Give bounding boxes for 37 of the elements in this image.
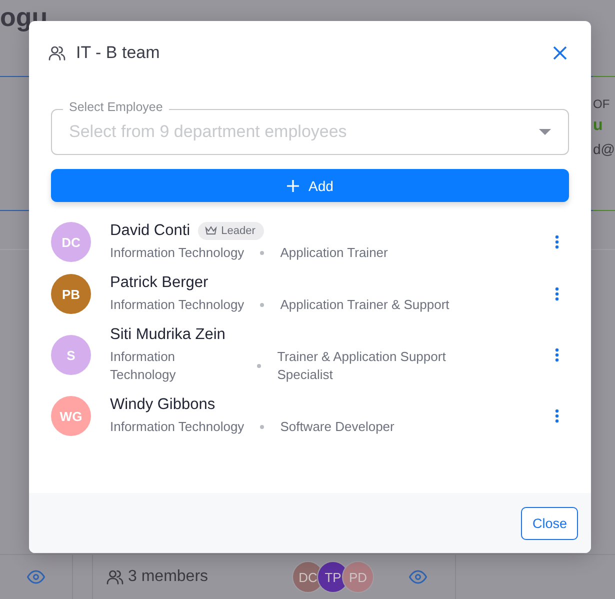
leader-badge: Leader (198, 222, 264, 240)
member-position: Trainer & Application Support Specialist (277, 348, 447, 384)
member-name: Windy Gibbons (110, 396, 216, 414)
members-icon (106, 568, 124, 586)
member-avatar: DC (293, 562, 323, 592)
close-button[interactable]: Close (521, 506, 578, 540)
member-name: David Conti (110, 222, 190, 240)
member-position: Application Trainer & Support (280, 296, 450, 314)
members-count: 3 members (128, 568, 208, 586)
member-avatar: TP (318, 562, 348, 592)
member-avatar: DC (51, 222, 91, 262)
member-avatar: WG (51, 396, 91, 436)
card-heading: OF (593, 97, 611, 111)
profile-email: d@ (593, 141, 615, 157)
team-icon (48, 44, 66, 62)
add-button[interactable]: Add (51, 169, 569, 202)
dropdown-caret-icon (539, 129, 551, 135)
member-name: Patrick Berger (110, 274, 208, 292)
plus-icon (286, 180, 299, 192)
member-name: Siti Mudrika Zein (110, 326, 226, 344)
member-avatar: PB (51, 274, 91, 314)
member-avatar: PD (343, 562, 373, 592)
member-department: Information Technology (110, 348, 177, 384)
more-options-icon[interactable] (555, 287, 559, 301)
more-options-icon[interactable] (555, 409, 559, 423)
field-label: Select Employee (63, 100, 169, 114)
member-department: Information Technology (110, 296, 244, 314)
more-options-icon[interactable] (555, 235, 559, 249)
member-avatar: S (51, 335, 91, 375)
profile-name: u (593, 117, 604, 135)
dialog-title: IT - B team (76, 43, 160, 63)
member-position: Application Trainer (280, 244, 388, 262)
member-position: Software Developer (280, 418, 394, 436)
member-department: Information Technology (110, 244, 244, 262)
close-icon[interactable] (551, 44, 569, 62)
member-department: Information Technology (110, 418, 244, 436)
more-options-icon[interactable] (555, 348, 559, 362)
